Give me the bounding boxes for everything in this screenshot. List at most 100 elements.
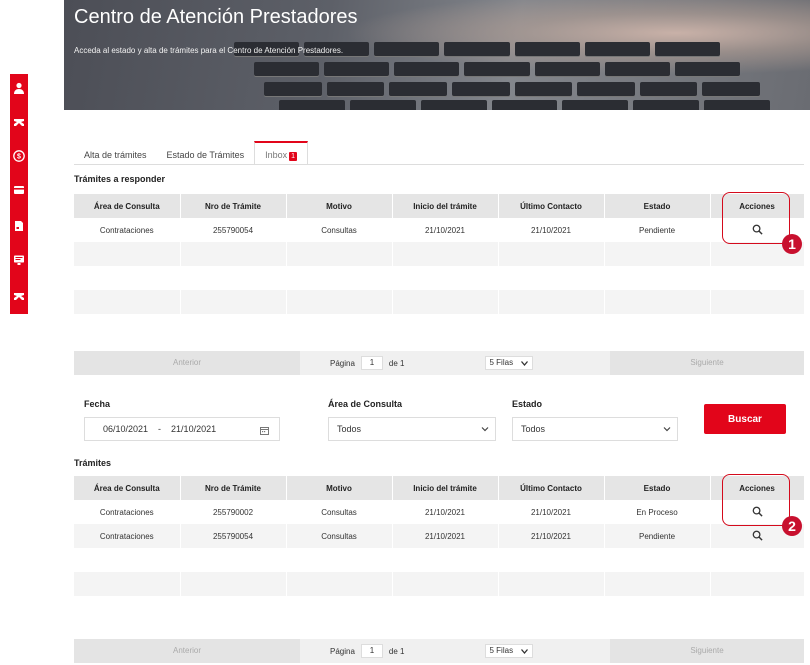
- tramites-table: Área de Consulta Nro de Trámite Motivo I…: [74, 476, 805, 620]
- table-row-empty: [74, 290, 805, 314]
- tab-inbox[interactable]: Inbox 1: [254, 141, 309, 165]
- rows-per-page-value: 5 Filas: [489, 646, 514, 655]
- table-cell: 21/10/2021: [498, 218, 605, 242]
- user-icon[interactable]: [10, 76, 28, 100]
- table-cell: Consultas: [286, 218, 393, 242]
- area-select[interactable]: Todos: [328, 417, 496, 441]
- card-icon[interactable]: [10, 178, 28, 202]
- annotation-marker-2: 2: [782, 516, 802, 536]
- table-cell: Contrataciones: [74, 500, 181, 524]
- page-total: de 1: [388, 358, 405, 368]
- page-number-input[interactable]: 1: [360, 356, 383, 370]
- page-subtitle: Acceda al estado y alta de trámites para…: [74, 46, 344, 55]
- table-cell: En Proceso: [604, 500, 711, 524]
- rows-per-page-select[interactable]: 5 Filas: [484, 356, 534, 370]
- monitor-icon[interactable]: [10, 248, 28, 272]
- table-cell: Consultas: [286, 524, 393, 548]
- annotation-marker-1: 1: [782, 234, 802, 254]
- prev-page-button[interactable]: Anterior: [74, 639, 300, 663]
- tab-bar: Alta de trámites Estado de Trámites Inbo…: [74, 141, 309, 165]
- table-cell: Consultas: [286, 500, 393, 524]
- page-title: Centro de Atención Prestadores: [74, 6, 358, 28]
- handshake-icon[interactable]: [10, 110, 28, 134]
- table-row[interactable]: Contrataciones 255790054 Consultas 21/10…: [74, 218, 805, 242]
- acciones-highlight-1: [722, 192, 790, 244]
- magnifier-icon: [752, 530, 763, 541]
- table-cell: 21/10/2021: [498, 524, 605, 548]
- sidebar: $: [10, 74, 28, 314]
- chevron-down-icon: [481, 427, 489, 432]
- acciones-highlight-2: [722, 474, 790, 526]
- date-range-field[interactable]: 06/10/2021 - 21/10/2021: [84, 417, 280, 441]
- table-header-row: Área de Consulta Nro de Trámite Motivo I…: [74, 476, 805, 500]
- money-icon[interactable]: $: [10, 144, 28, 168]
- table-cell: 21/10/2021: [392, 500, 499, 524]
- column-header[interactable]: Inicio del trámite: [392, 194, 499, 218]
- table-row-empty: [74, 596, 805, 620]
- page-number-input[interactable]: 1: [360, 644, 383, 658]
- table-cell: 255790002: [180, 500, 287, 524]
- table-row-empty: [74, 242, 805, 266]
- column-header[interactable]: Inicio del trámite: [392, 476, 499, 500]
- table-cell: Contrataciones: [74, 524, 181, 548]
- column-header[interactable]: Último Contacto: [498, 476, 605, 500]
- page-label: Página: [330, 358, 355, 368]
- header-banner: Centro de Atención Prestadores Acceda al…: [64, 0, 810, 110]
- next-page-button[interactable]: Siguiente: [610, 351, 804, 375]
- fecha-label: Fecha: [84, 399, 111, 409]
- column-header[interactable]: Último Contacto: [498, 194, 605, 218]
- tab-estado-tramites[interactable]: Estado de Trámites: [157, 141, 255, 165]
- column-header[interactable]: Motivo: [286, 476, 393, 500]
- table-row-empty: [74, 314, 805, 338]
- table-cell: 255790054: [180, 218, 287, 242]
- table-row-empty: [74, 548, 805, 572]
- date-separator: -: [158, 424, 162, 434]
- date-from-value[interactable]: 06/10/2021: [103, 424, 148, 434]
- prev-page-button[interactable]: Anterior: [74, 351, 300, 375]
- estado-select-value: Todos: [521, 424, 546, 434]
- tab-inbox-label: Inbox: [265, 150, 288, 160]
- handshake-icon[interactable]: [10, 284, 28, 308]
- page-label: Página: [330, 646, 355, 656]
- table-row[interactable]: Contrataciones 255790054 Consultas 21/10…: [74, 524, 805, 548]
- tabs-divider: [74, 164, 804, 165]
- column-header[interactable]: Nro de Trámite: [180, 194, 287, 218]
- estado-select[interactable]: Todos: [512, 417, 678, 441]
- svg-text:$: $: [17, 154, 21, 161]
- date-to-value[interactable]: 21/10/2021: [171, 424, 216, 434]
- table-cell: Pendiente: [604, 218, 711, 242]
- responder-section-title: Trámites a responder: [74, 174, 166, 184]
- estado-label: Estado: [512, 399, 543, 409]
- tramites-pagination: Anterior Página 1 de 1 5 Filas Siguiente: [74, 639, 804, 663]
- calendar-icon: [260, 427, 269, 435]
- column-header[interactable]: Motivo: [286, 194, 393, 218]
- table-cell: Pendiente: [604, 524, 711, 548]
- table-cell: Contrataciones: [74, 218, 181, 242]
- search-button[interactable]: Buscar: [704, 404, 786, 434]
- responder-pagination: Anterior Página 1 de 1 5 Filas Siguiente: [74, 351, 804, 375]
- tab-alta-tramites[interactable]: Alta de trámites: [74, 141, 157, 165]
- table-row-empty: [74, 266, 805, 290]
- table-header-row: Área de Consulta Nro de Trámite Motivo I…: [74, 194, 805, 218]
- rows-per-page-select[interactable]: 5 Filas: [484, 644, 534, 658]
- column-header[interactable]: Estado: [604, 194, 711, 218]
- responder-table: Área de Consulta Nro de Trámite Motivo I…: [74, 194, 805, 338]
- column-header[interactable]: Estado: [604, 476, 711, 500]
- column-header[interactable]: Nro de Trámite: [180, 476, 287, 500]
- chevron-down-icon: [663, 427, 671, 432]
- table-cell: 21/10/2021: [392, 218, 499, 242]
- document-icon[interactable]: [10, 214, 28, 238]
- tramites-section-title: Trámites: [74, 458, 112, 468]
- inbox-badge: 1: [289, 152, 298, 161]
- area-select-value: Todos: [337, 424, 362, 434]
- area-label: Área de Consulta: [328, 399, 403, 409]
- column-header[interactable]: Área de Consulta: [74, 194, 181, 218]
- table-cell: 255790054: [180, 524, 287, 548]
- column-header[interactable]: Área de Consulta: [74, 476, 181, 500]
- page-total: de 1: [388, 646, 405, 656]
- table-cell: 21/10/2021: [498, 500, 605, 524]
- table-cell: 21/10/2021: [392, 524, 499, 548]
- chevron-down-icon: [521, 648, 529, 654]
- table-row[interactable]: Contrataciones 255790002 Consultas 21/10…: [74, 500, 805, 524]
- next-page-button[interactable]: Siguiente: [610, 639, 804, 663]
